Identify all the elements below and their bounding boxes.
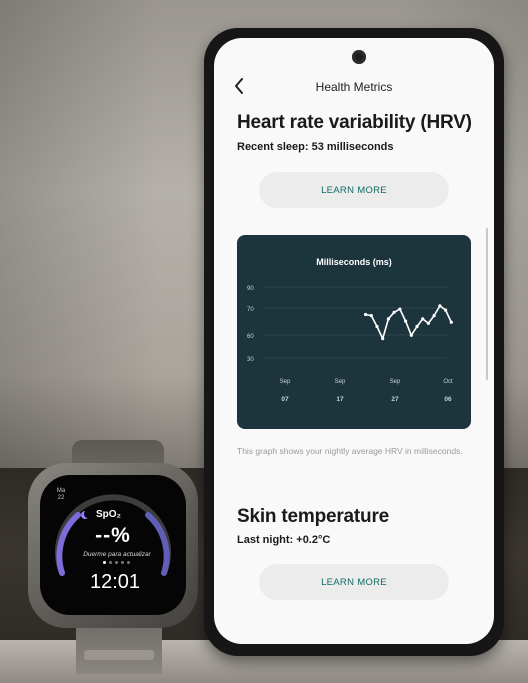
- watch-hint: Duerme para actualizar: [83, 551, 151, 558]
- hrv-chart-card: Milliseconds (ms) 90 70 60 30 Sep 07 Sep 17 Sep 2…: [237, 235, 471, 429]
- page-dot: [103, 561, 106, 564]
- hrv-data-point: [404, 319, 408, 323]
- front-camera: [352, 50, 366, 64]
- page-dot: [109, 561, 112, 564]
- hrv-data-point: [426, 321, 430, 325]
- hrv-data-point: [398, 307, 402, 311]
- skin-temp-subtitle: Last night: +0.2°C: [237, 534, 331, 546]
- y-tick-label: 30: [247, 357, 254, 363]
- hrv-title: Heart rate variability (HRV): [237, 112, 472, 133]
- y-tick-label: 90: [247, 286, 254, 292]
- hrv-data-point: [449, 320, 453, 324]
- chart-description: This graph shows your nightly average HR…: [237, 446, 463, 456]
- watch-band-clasp: [84, 650, 154, 660]
- watch-spo2-value: --%: [95, 524, 131, 547]
- x-tick-day: 17: [336, 396, 344, 403]
- phone-screen: Health Metrics Heart rate variability (H…: [214, 38, 494, 644]
- skin-temp-title: Skin temperature: [237, 506, 390, 527]
- hrv-data-point: [364, 312, 368, 317]
- hrv-subtitle: Recent sleep: 53 milliseconds: [237, 141, 394, 153]
- hrv-series-line: [365, 305, 453, 340]
- x-tick-month: Oct: [443, 379, 453, 385]
- watch-metric-text: SpO₂: [96, 509, 121, 520]
- app-header: Health Metrics: [214, 38, 494, 108]
- watch-metric-label: SpO₂: [84, 509, 146, 520]
- page-dot: [121, 561, 124, 564]
- page-title: Health Metrics: [315, 80, 393, 94]
- watch-date-number: 22: [57, 495, 65, 501]
- hrv-data-point: [381, 337, 385, 341]
- back-button[interactable]: [234, 78, 250, 96]
- x-tick-day: 06: [444, 396, 452, 403]
- page-dot: [127, 561, 130, 564]
- hrv-data-point: [421, 317, 425, 321]
- hrv-data-point: [438, 304, 442, 308]
- hrv-data-point: [432, 314, 436, 318]
- chevron-left-icon: [235, 78, 243, 94]
- x-tick-month: Sep: [390, 379, 401, 385]
- watch-time: 12:01: [89, 571, 141, 593]
- hrv-data-point: [375, 324, 379, 329]
- watch-date-day: Ma: [56, 488, 66, 494]
- page-dot: [115, 561, 118, 564]
- hrv-data-point: [386, 317, 390, 321]
- hrv-data-point: [392, 310, 396, 314]
- hrv-learn-more-button[interactable]: LEARN MORE: [259, 172, 449, 208]
- hrv-data-point: [369, 314, 373, 318]
- skin-temp-learn-more-button[interactable]: LEARN MORE: [259, 564, 449, 600]
- hrv-data-point: [415, 324, 419, 329]
- hrv-data-point: [444, 308, 448, 312]
- x-tick-month: Sep: [335, 379, 346, 385]
- hrv-data-point: [409, 333, 413, 337]
- x-tick-day: 27: [391, 396, 399, 403]
- scrollbar[interactable]: [486, 228, 488, 380]
- watch-date: Ma 22: [50, 488, 72, 502]
- hrv-line-chart: 90 70 60 30 Sep 07 Sep 17 Sep 27 Oct 06: [247, 286, 453, 403]
- watch-page-dots: [103, 561, 133, 565]
- x-tick-day: 07: [281, 396, 289, 403]
- y-tick-label: 70: [247, 307, 254, 313]
- x-tick-month: Sep: [280, 379, 291, 385]
- y-tick-label: 60: [247, 334, 254, 340]
- photo-scene: Ma 22 SpO₂ --% Duerme para actualizar 12…: [0, 0, 528, 683]
